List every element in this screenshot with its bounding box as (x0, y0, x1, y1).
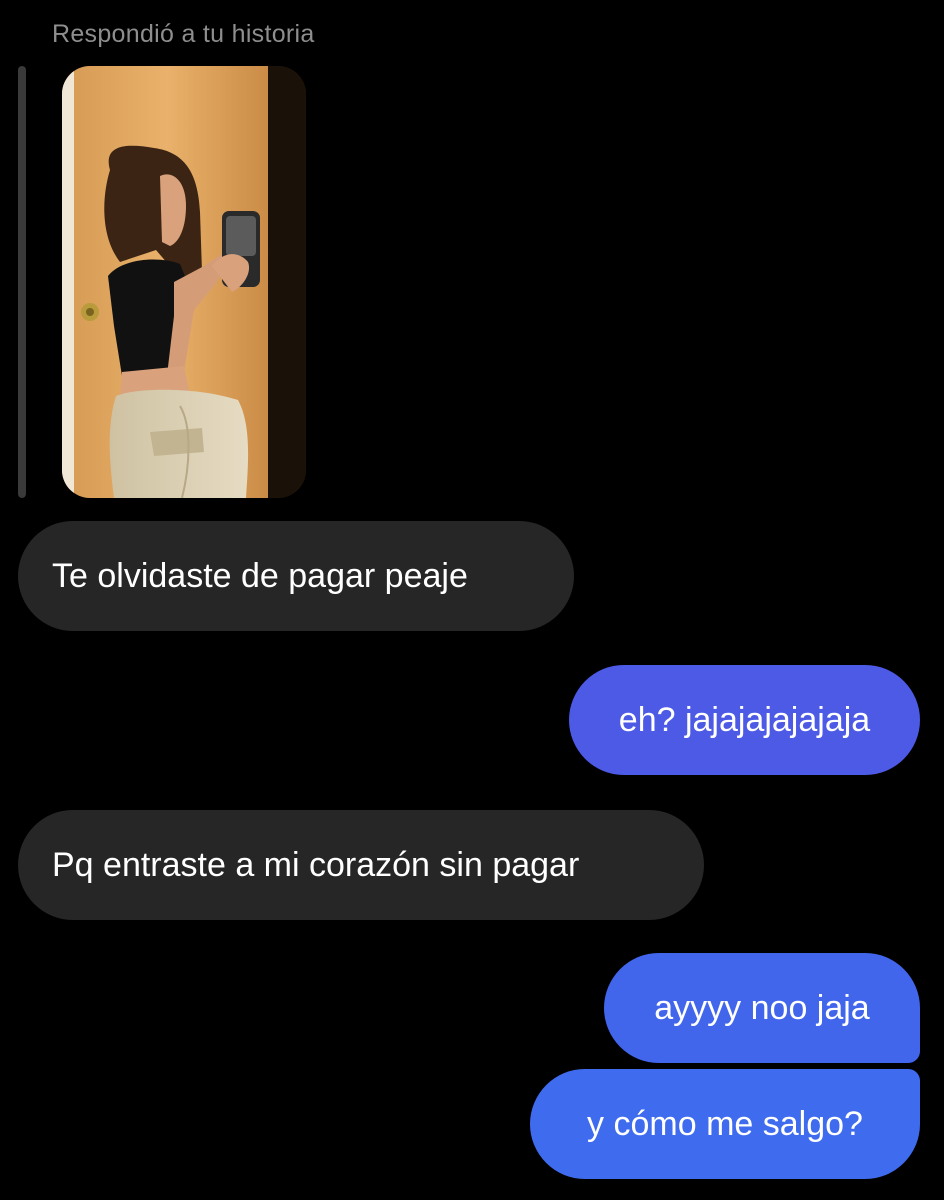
message-text: eh? jajajajajajaja (618, 701, 871, 739)
message-bubble-outgoing[interactable]: ayyyy noo jaja (604, 953, 920, 1063)
story-thumbnail[interactable] (62, 66, 306, 498)
reply-quote-bar (18, 66, 26, 498)
story-photo (62, 66, 306, 498)
message-bubble-outgoing[interactable]: eh? jajajajajajaja (569, 665, 920, 775)
message-bubble-outgoing[interactable]: y cómo me salgo? (530, 1069, 920, 1179)
message-text: ayyyy noo jaja (654, 989, 870, 1027)
message-bubble-incoming[interactable]: Te olvidaste de pagar peaje (18, 521, 574, 631)
message-text: Pq entraste a mi corazón sin pagar (52, 846, 580, 884)
message-text: y cómo me salgo? (587, 1105, 863, 1143)
message-bubble-incoming[interactable]: Pq entraste a mi corazón sin pagar (18, 810, 704, 920)
story-reply-label: Respondió a tu historia (52, 20, 315, 48)
message-text: Te olvidaste de pagar peaje (52, 557, 468, 595)
